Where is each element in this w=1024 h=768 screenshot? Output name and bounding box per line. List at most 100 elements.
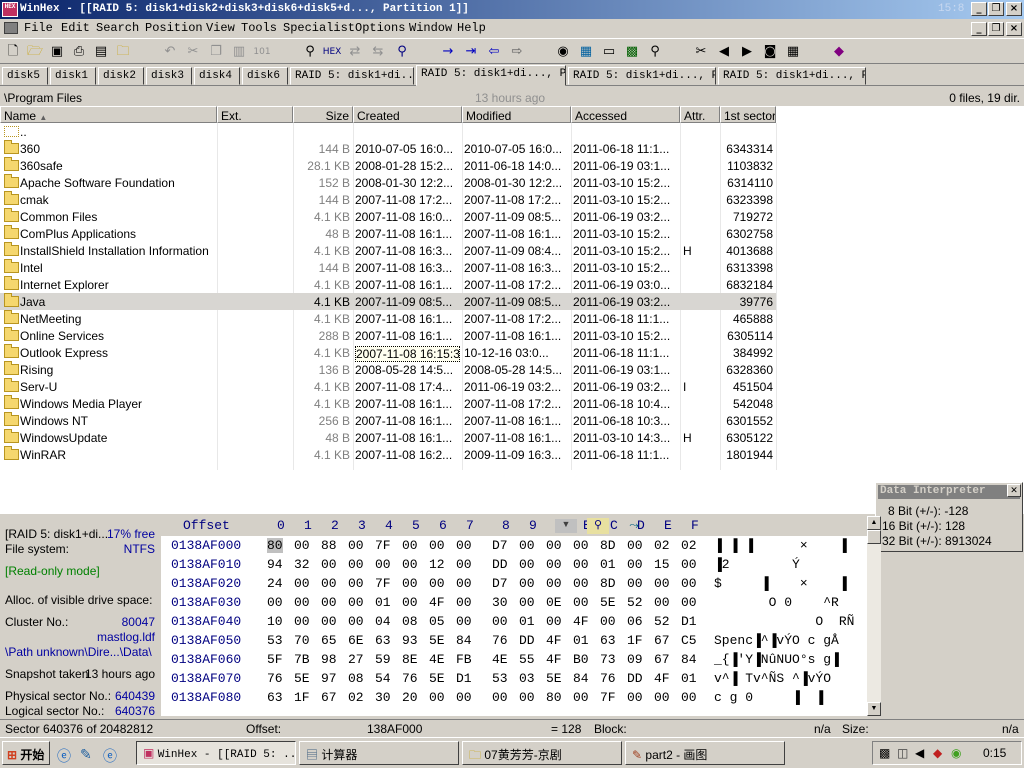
hex-byte[interactable]: 88	[321, 538, 337, 553]
ascii-text[interactable]: O RÑ	[714, 614, 854, 629]
hex-row[interactable]: 0138AF000 80 00 88 00 7F 00 00 00 D7 00 00 00 8D 00 02 0…	[161, 536, 867, 555]
goto-icon[interactable]: ⚲	[392, 42, 412, 62]
hex-byte[interactable]: 4F	[546, 652, 562, 667]
hex-byte[interactable]: 52	[654, 614, 670, 629]
hex-row[interactable]: 0138AF020 24 00 00 00 7F 00 00 00 D7 00 00 00 8D 00 00 0…	[161, 574, 867, 593]
hex-byte[interactable]: 00	[573, 690, 589, 705]
hex-byte[interactable]: 02	[681, 538, 697, 553]
hex-byte[interactable]: 00	[348, 576, 364, 591]
hex-byte[interactable]: 00	[492, 690, 508, 705]
hex-byte[interactable]: 00	[456, 538, 472, 553]
new-icon[interactable]: 🗋	[3, 42, 23, 62]
tab-raid5[interactable]: RAID 5: disk1+di...	[290, 67, 414, 85]
hex-byte[interactable]: 8D	[600, 538, 616, 553]
notepad-icon[interactable]: ✎	[80, 746, 92, 763]
hex-byte[interactable]: 00	[456, 576, 472, 591]
hex-byte[interactable]: 00	[294, 538, 310, 553]
hex-byte[interactable]: 30	[375, 690, 391, 705]
menu-window[interactable]: Window	[409, 21, 452, 35]
ascii-text[interactable]: ▐ ▐ ▐ × ▐	[714, 538, 847, 553]
save-icon[interactable]: ▣	[47, 42, 67, 62]
column-ext[interactable]: Ext.	[217, 106, 293, 123]
hex-byte[interactable]: 09	[627, 652, 643, 667]
directory-row[interactable]: Windows NT 256 B 2007-11-08 16:1... 2007-11…	[0, 412, 776, 429]
directory-row[interactable]: Windows Media Player 4.1 KB 2007-11-08 16:…	[0, 395, 776, 412]
hex-byte[interactable]: 10	[267, 614, 283, 629]
hex-byte[interactable]: 98	[321, 652, 337, 667]
hex-row[interactable]: 0138AF030 00 00 00 00 01 00 4F 00 30 00 0E 00 5E 52 00 0…	[161, 593, 867, 612]
hex-byte[interactable]: 00	[681, 690, 697, 705]
hex-byte[interactable]: 24	[267, 576, 283, 591]
copy-sector-icon[interactable]: ✂	[691, 42, 711, 62]
hex-byte[interactable]: 00	[546, 538, 562, 553]
doc-close-button[interactable]: ×	[1006, 22, 1022, 36]
up-directory-row[interactable]: ..	[0, 123, 776, 140]
hex-byte[interactable]: 97	[321, 671, 337, 686]
hex-byte[interactable]: 00	[294, 576, 310, 591]
hex-byte[interactable]: 30	[492, 595, 508, 610]
hex-byte[interactable]: 01	[375, 595, 391, 610]
title-bar[interactable]: HEX WinHex - [[RAID 5: disk1+disk2+disk3…	[0, 0, 1024, 19]
calculator-icon[interactable]: ▩	[622, 42, 642, 62]
menu-edit[interactable]: Edit	[61, 21, 90, 35]
camera-icon[interactable]: ◙	[760, 42, 780, 62]
hex-byte[interactable]: 00	[681, 557, 697, 572]
hex-byte[interactable]: 67	[654, 633, 670, 648]
directory-row[interactable]: Apache Software Foundation 152 B 2008-01-3…	[0, 174, 776, 191]
hex-byte[interactable]: 00	[321, 595, 337, 610]
hex-byte[interactable]: 00	[519, 557, 535, 572]
paste-icon[interactable]: ▥	[229, 42, 249, 62]
hex-row[interactable]: 0138AF050 53 70 65 6E 63 93 5E 84 76 DD 4F 01 63 1F 67 C…	[161, 631, 867, 650]
hex-byte[interactable]: 80	[546, 690, 562, 705]
hex-byte[interactable]: 00	[573, 576, 589, 591]
hex-byte[interactable]: 05	[429, 614, 445, 629]
hex-byte[interactable]: 93	[402, 633, 418, 648]
hex-row[interactable]: 0138AF040 10 00 00 00 04 08 05 00 00 01 00 4F 00 06 52 D…	[161, 612, 867, 631]
hex-byte[interactable]: 4F	[546, 633, 562, 648]
directory-row[interactable]: Online Services 288 B 2007-11-08 16:1... 20…	[0, 327, 776, 344]
hex-byte[interactable]: 80	[267, 538, 283, 553]
tab-disk4[interactable]: disk4	[194, 67, 240, 85]
directory-browser[interactable]: Name ▲ Ext. Size Created Modified Access…	[0, 106, 1024, 514]
directory-row[interactable]: 360 144 B 2010-07-05 16:0... 2010-07-05 16:…	[0, 140, 776, 157]
menu-view[interactable]: View	[206, 21, 235, 35]
doc-menu-icon[interactable]	[4, 22, 18, 34]
undo-icon[interactable]: ↶	[160, 42, 180, 62]
hex-byte[interactable]: 00	[654, 690, 670, 705]
hex-byte[interactable]: 4F	[654, 671, 670, 686]
hex-byte[interactable]: 00	[654, 576, 670, 591]
hex-byte[interactable]: 00	[546, 576, 562, 591]
hex-byte[interactable]: 1F	[294, 690, 310, 705]
goto-offset-icon[interactable]: →	[438, 42, 458, 62]
tab-raid5-p3[interactable]: RAID 5: disk1+di..., P3	[718, 67, 866, 85]
tab-disk3[interactable]: disk3	[146, 67, 192, 85]
hex-byte[interactable]: 00	[456, 614, 472, 629]
scroll-thumb[interactable]	[867, 530, 881, 544]
open-icon[interactable]: 🗁	[25, 42, 45, 62]
open-folder-icon[interactable]: 🗀	[113, 42, 133, 62]
paste-hex-icon[interactable]: 101	[252, 42, 272, 62]
winhex-app-icon[interactable]: HEX	[2, 2, 18, 17]
hex-byte[interactable]: 00	[402, 595, 418, 610]
menu-help[interactable]: Help	[457, 21, 486, 35]
ascii-text[interactable]: _{▐'Y▐NûNUO°s g▐	[714, 652, 839, 667]
tab-disk6[interactable]: disk6	[242, 67, 288, 85]
hex-byte[interactable]: 03	[519, 671, 535, 686]
hex-byte[interactable]: 63	[375, 633, 391, 648]
ascii-text[interactable]: ▐2 Ý	[714, 557, 800, 572]
scroll-up-icon[interactable]: ▲	[867, 516, 881, 530]
hex-byte[interactable]: 4E	[492, 652, 508, 667]
hex-byte[interactable]: 06	[627, 614, 643, 629]
ascii-text[interactable]: O 0 ^R	[714, 595, 839, 610]
hex-byte[interactable]: 01	[600, 557, 616, 572]
column-first-sector[interactable]: 1st sector	[720, 106, 776, 123]
data-interpreter-window[interactable]: Data Interpreter ✕ 8 Bit (+/-): -128 16 …	[875, 482, 1023, 552]
hex-byte[interactable]: FB	[456, 652, 472, 667]
hex-byte[interactable]: D1	[456, 671, 472, 686]
hex-row[interactable]: 0138AF070 76 5E 97 08 54 76 5E D1 53 03 5E 84 76 DD 4F 0…	[161, 669, 867, 688]
hex-byte[interactable]: 5E	[429, 633, 445, 648]
start-button[interactable]: ⊞ 开始	[2, 741, 50, 765]
hex-byte[interactable]: 7B	[294, 652, 310, 667]
hex-byte[interactable]: 0E	[546, 595, 562, 610]
dropdown-icon[interactable]: ▼	[555, 519, 577, 533]
